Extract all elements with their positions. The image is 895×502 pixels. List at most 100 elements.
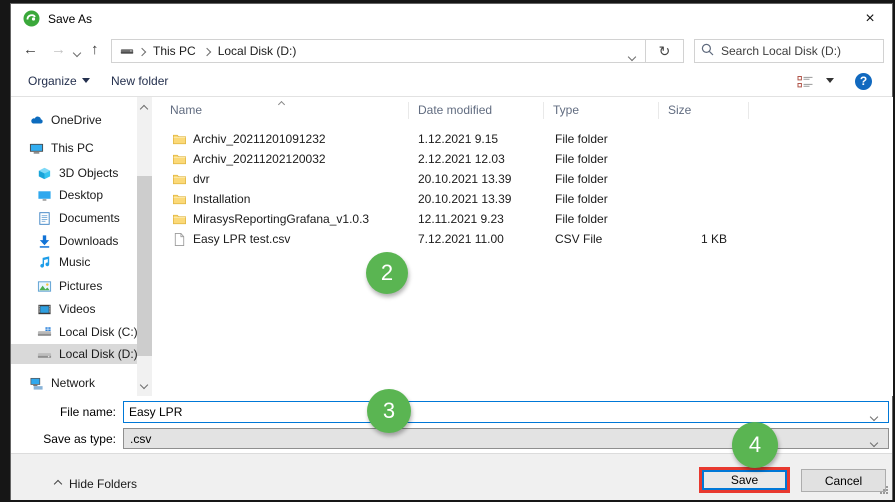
sidebar-item-desktop[interactable]: Desktop <box>11 185 137 205</box>
sidebar-item-network[interactable]: Network <box>11 373 137 393</box>
save-as-dialog: Save As × ← → ↑ This PC Local Disk (D:) … <box>10 3 893 500</box>
save-as-type-dropdown-icon[interactable] <box>871 435 877 449</box>
new-folder-button[interactable]: New folder <box>111 74 168 88</box>
file-name-input[interactable] <box>123 401 889 423</box>
sidebar-item-label: Network <box>51 376 95 390</box>
command-toolbar: Organize New folder ? <box>11 67 892 97</box>
file-name: MirasysReportingGrafana_v1.0.3 <box>193 212 369 226</box>
collapse-icon <box>54 480 62 488</box>
file-size: 1 KB <box>659 232 749 246</box>
sidebar-item-label: Music <box>59 255 90 269</box>
sidebar-item-onedrive[interactable]: OneDrive <box>11 110 137 130</box>
window-title: Save As <box>48 12 92 26</box>
file-name: Archiv_20211202120032 <box>193 152 326 166</box>
search-input[interactable] <box>721 44 877 58</box>
column-header-type[interactable]: Type <box>544 102 659 119</box>
sidebar-item-local-disk-c[interactable]: Local Disk (C:) <box>11 322 137 342</box>
sidebar-item-this-pc[interactable]: This PC <box>11 138 137 158</box>
table-row[interactable]: Archiv_202112021200322.12.2021 12.03File… <box>152 149 893 169</box>
sidebar-item-downloads[interactable]: Downloads <box>11 231 137 251</box>
sidebar-item-music[interactable]: Music <box>11 252 137 272</box>
sidebar-item-local-disk-d[interactable]: Local Disk (D:) <box>11 344 137 364</box>
system-drive-icon <box>37 325 52 340</box>
save-button[interactable]: Save <box>702 470 787 490</box>
cancel-button[interactable]: Cancel <box>801 469 886 492</box>
folder-icon <box>172 212 187 227</box>
sidebar-item-documents[interactable]: Documents <box>11 208 137 228</box>
column-header-date-modified[interactable]: Date modified <box>409 102 544 119</box>
table-row[interactable]: MirasysReportingGrafana_v1.0.312.11.2021… <box>152 209 893 229</box>
sidebar-item-label: Documents <box>59 211 120 225</box>
column-header-name[interactable]: Name <box>152 102 409 119</box>
sidebar-item-videos[interactable]: Videos <box>11 299 137 319</box>
download-arrow-icon <box>37 234 52 249</box>
file-list: NameDate modifiedTypeSize Archiv_2021120… <box>152 97 893 396</box>
app-icon <box>23 10 40 27</box>
file-rows: Archiv_20211201091232 1.12.2021 9.15 File … <box>152 129 893 249</box>
folder-icon <box>172 152 187 167</box>
table-row[interactable]: Easy LPR test.csv7.12.2021 11.00CSV File… <box>152 229 893 249</box>
sidebar-scrollbar[interactable] <box>137 97 152 396</box>
file-name: Archiv_20211201091232 <box>193 132 326 146</box>
table-row[interactable]: dvr 20.10.2021 13.39File folder <box>152 169 893 189</box>
sidebar-item-label: Videos <box>59 302 95 316</box>
back-icon[interactable]: ← <box>23 39 38 61</box>
music-note-icon <box>37 255 52 270</box>
resize-grip[interactable] <box>880 484 889 498</box>
file-date: 1.12.2021 9.15 <box>409 132 544 146</box>
file-name: dvr <box>193 172 210 186</box>
desktop-icon <box>37 188 52 203</box>
drive-icon <box>37 347 52 362</box>
scrollbar-thumb[interactable] <box>137 176 152 356</box>
search-box[interactable] <box>694 39 884 63</box>
file-name: Easy LPR test.csv <box>193 232 290 246</box>
sidebar-item-pictures[interactable]: Pictures <box>11 276 137 296</box>
address-bar[interactable]: This PC Local Disk (D:) <box>111 39 646 63</box>
search-icon <box>701 43 714 59</box>
sidebar-item-3d-objects[interactable]: 3D Objects <box>11 163 137 183</box>
file-type: File folder <box>544 172 659 186</box>
help-button[interactable]: ? <box>855 73 872 90</box>
save-as-type-label: Save as type: <box>11 432 116 446</box>
file-name-dropdown-icon[interactable] <box>871 409 877 423</box>
hide-folders-toggle[interactable]: Hide Folders <box>55 477 137 491</box>
network-icon <box>29 376 44 391</box>
up-icon[interactable]: ↑ <box>91 39 99 61</box>
forward-icon[interactable]: → <box>51 39 66 61</box>
breadcrumb-local-disk-d[interactable]: Local Disk (D:) <box>212 44 303 58</box>
view-options-dropdown-icon[interactable] <box>821 74 834 88</box>
folder-icon <box>172 172 187 187</box>
recent-locations-chevron-icon[interactable] <box>74 45 80 59</box>
folder-icon <box>172 132 187 147</box>
file-name: Installation <box>193 192 250 206</box>
table-row[interactable]: Installation20.10.2021 13.39File folder <box>152 189 893 209</box>
sidebar-item-label: Local Disk (D:) <box>59 347 138 361</box>
annotation-step-4: 4 <box>732 422 778 468</box>
address-dropdown-icon[interactable] <box>629 49 635 63</box>
column-header-size[interactable]: Size <box>659 102 749 119</box>
breadcrumb-this-pc[interactable]: This PC <box>147 44 202 58</box>
table-row[interactable]: Archiv_202112010912321.12.2021 9.15File … <box>152 129 893 149</box>
sidebar-list: OneDrive This PC 3D Objects Desktop Document… <box>11 97 137 396</box>
refresh-icon[interactable]: ↻ <box>646 39 684 63</box>
file-date: 2.12.2021 12.03 <box>409 152 544 166</box>
sidebar-item-label: Pictures <box>59 279 102 293</box>
organize-button[interactable]: Organize <box>28 74 90 88</box>
scroll-down-icon[interactable] <box>141 377 147 391</box>
file-date: 20.10.2021 13.39 <box>409 172 544 186</box>
monitor-icon <box>29 141 44 156</box>
sidebar-item-label: Local Disk (C:) <box>59 325 138 339</box>
sort-ascending-icon <box>279 95 284 112</box>
details-view-icon[interactable] <box>797 75 814 92</box>
column-header-row: NameDate modifiedTypeSize <box>152 97 893 124</box>
annotation-step-2: 2 <box>366 252 408 294</box>
sidebar-item-label: Downloads <box>59 234 118 248</box>
scroll-up-icon[interactable] <box>141 101 147 115</box>
navigation-bar: ← → ↑ This PC Local Disk (D:) ↻ <box>11 33 892 67</box>
annotation-save-highlight: Save <box>699 467 790 493</box>
annotation-step-3: 3 <box>367 389 411 433</box>
sidebar-item-label: Desktop <box>59 188 103 202</box>
folder-icon <box>172 192 187 207</box>
file-name-label: File name: <box>11 405 116 419</box>
close-icon[interactable]: × <box>858 7 882 31</box>
